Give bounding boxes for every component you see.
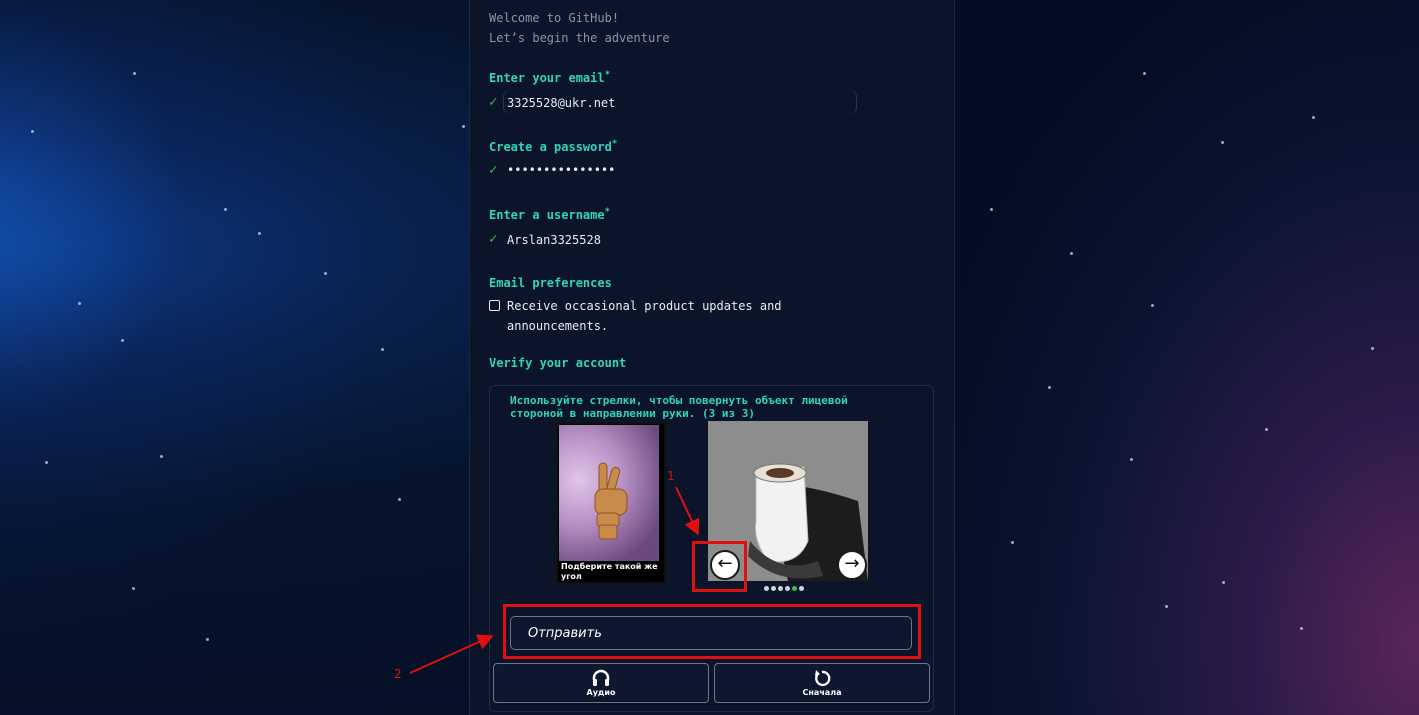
star [324, 272, 327, 275]
product-updates-label[interactable]: Receive occasional product updates and a… [507, 296, 807, 336]
progress-dot [764, 586, 769, 591]
star [132, 587, 135, 590]
email-valid-icon: ✓ [489, 94, 498, 110]
star [1300, 627, 1303, 630]
reference-hand-image [559, 425, 659, 561]
star [1143, 72, 1146, 75]
star [1265, 428, 1268, 431]
star [1312, 116, 1315, 119]
product-updates-checkbox[interactable] [489, 300, 500, 311]
progress-dot [771, 586, 776, 591]
star [1048, 386, 1051, 389]
star [78, 302, 81, 305]
star [160, 455, 163, 458]
star [1371, 347, 1374, 350]
background-glow-left [0, 0, 470, 715]
username-field[interactable]: Arslan3325528 [507, 233, 601, 247]
star [398, 498, 401, 501]
progress-dot [799, 586, 804, 591]
star [224, 208, 227, 211]
star [1130, 458, 1133, 461]
email-preferences-label: Email preferences [489, 276, 612, 290]
restart-button[interactable]: Сначала [714, 663, 930, 703]
password-field[interactable]: ••••••••••••••• [507, 163, 615, 177]
captcha-instruction: Используйте стрелки, чтобы повернуть объ… [510, 394, 848, 420]
audio-button[interactable]: Аудио [493, 663, 709, 703]
star [206, 638, 209, 641]
welcome-text: Welcome to GitHub! [489, 11, 620, 25]
annotation-box-2 [503, 604, 921, 659]
rotate-right-button[interactable]: → [837, 550, 867, 580]
star [1011, 541, 1014, 544]
star [1070, 252, 1073, 255]
username-label: Enter a username* [489, 207, 611, 222]
adventure-text: Let’s begin the adventure [489, 31, 670, 45]
star [1151, 304, 1154, 307]
reference-caption: Подберите такой же угол [561, 562, 658, 581]
headphones-icon [592, 669, 610, 686]
star [990, 208, 993, 211]
star [31, 130, 34, 133]
progress-dot [792, 586, 797, 591]
email-value[interactable]: 3325528@ukr.net [507, 96, 615, 110]
restart-label: Сначала [802, 688, 842, 697]
star [1222, 581, 1225, 584]
email-label: Enter your email* [489, 70, 611, 85]
star [1165, 605, 1168, 608]
star [45, 461, 48, 464]
star [1221, 141, 1224, 144]
progress-dot [785, 586, 790, 591]
username-valid-icon: ✓ [489, 231, 498, 247]
progress-dot [778, 586, 783, 591]
star [258, 232, 261, 235]
annotation-number-2: 2 [394, 667, 402, 681]
annotation-number-1: 1 [667, 469, 675, 483]
password-valid-icon: ✓ [489, 162, 498, 178]
password-label: Create a password* [489, 139, 618, 154]
star [381, 348, 384, 351]
star [462, 125, 465, 128]
background-nebula-right [953, 0, 1419, 715]
restart-icon [815, 670, 831, 687]
annotation-box-1 [692, 541, 747, 592]
star [121, 339, 124, 342]
progress-dots [764, 586, 804, 591]
verify-account-label: Verify your account [489, 356, 627, 370]
audio-label: Аудио [586, 688, 616, 697]
star [133, 72, 136, 75]
